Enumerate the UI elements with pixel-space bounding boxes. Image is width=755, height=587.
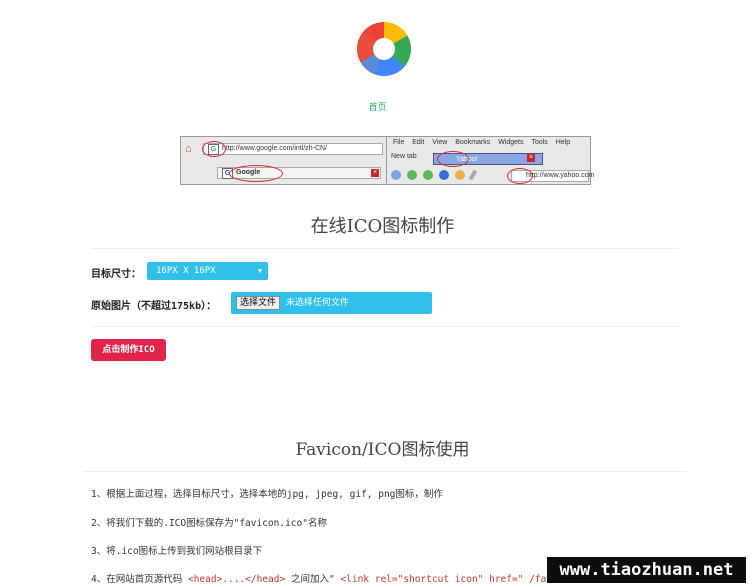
highlight-ring: [202, 141, 226, 157]
nav-bar: http://www.yahoo.com: [387, 168, 594, 184]
browser-favicon-example-image: ⌂ G http://www.google.com/intl/zh-CN/ G …: [180, 136, 594, 185]
tab-bar: New tab Yahoo! ×: [387, 151, 590, 167]
size-select[interactable]: 16PX X 16PX ▼: [147, 262, 268, 280]
new-tab-label: New tab: [391, 153, 417, 160]
pen-icon: [468, 169, 478, 181]
highlight-ring: [229, 165, 283, 182]
maker-title: 在线ICO图标制作: [310, 216, 455, 237]
menu-bar: File Edit View Bookmarks Widgets Tools H…: [387, 139, 590, 149]
back-icon: [391, 170, 401, 180]
menu-bookmarks: Bookmarks: [455, 139, 491, 146]
divider: [91, 248, 679, 249]
usage-step-3: 3、将.ico图标上传到我们网站根目录下: [91, 546, 263, 557]
menu-widgets: Widgets: [498, 139, 524, 146]
menu-file: File: [393, 139, 405, 146]
divider: [83, 471, 687, 472]
address-bar-google: G http://www.google.com/intl/zh-CN/: [203, 143, 383, 155]
watermark: www.tiaozhuan.net: [547, 557, 746, 583]
menu-help: Help: [555, 139, 571, 146]
usage-step-1: 1、根据上面过程，选择目标尺寸，选择本地的jpg, jpeg, gif, png…: [91, 489, 443, 500]
step4-code-head: <head>....</head>: [187, 574, 286, 585]
size-select-value: 16PX X 16PX: [156, 266, 216, 276]
address-text: http://www.yahoo.com: [526, 172, 595, 179]
close-icon: ×: [527, 154, 535, 162]
home-link[interactable]: 首页: [0, 100, 755, 113]
close-icon: ×: [371, 169, 379, 177]
chevron-down-icon: ▼: [257, 267, 262, 275]
menu-tools: Tools: [531, 139, 548, 146]
highlight-ring: [437, 151, 469, 167]
size-label: 目标尺寸：: [91, 269, 141, 280]
highlight-ring: [507, 168, 533, 184]
image-label: 原始图片（不超过175kb）：: [91, 301, 217, 312]
step4-prefix: 4、在网站首页源代码: [91, 574, 183, 585]
file-status: 未选择任何文件: [285, 298, 349, 308]
home-icon: ⌂: [185, 143, 192, 155]
site-logo[interactable]: [357, 22, 411, 76]
menu-edit: Edit: [412, 139, 425, 146]
menu-view: View: [432, 139, 448, 146]
file-input[interactable]: 选择文件 未选择任何文件: [231, 292, 432, 314]
divider: [91, 326, 679, 327]
choose-file-button[interactable]: 选择文件: [236, 296, 281, 310]
forward-icon: [407, 170, 417, 180]
step4-mid: 之间加入": [290, 574, 335, 585]
usage-step-4: 4、在网站首页源代码 <head>....</head> 之间加入" <link…: [91, 571, 563, 585]
wand-icon: [455, 170, 465, 180]
usage-step-2: 2、将我们下载的.ICO图标保存为"favicon.ico"名称: [91, 518, 327, 529]
usage-title: Favicon/ICO图标使用: [295, 440, 470, 460]
reload-icon: [423, 170, 433, 180]
address-text: http://www.google.com/intl/zh-CN/: [222, 145, 328, 152]
step4-code-link: <link rel="shortcut icon" href=" /favic: [340, 574, 564, 585]
make-ico-button[interactable]: 点击制作ICO: [91, 339, 166, 361]
fast-forward-icon: [439, 170, 449, 180]
